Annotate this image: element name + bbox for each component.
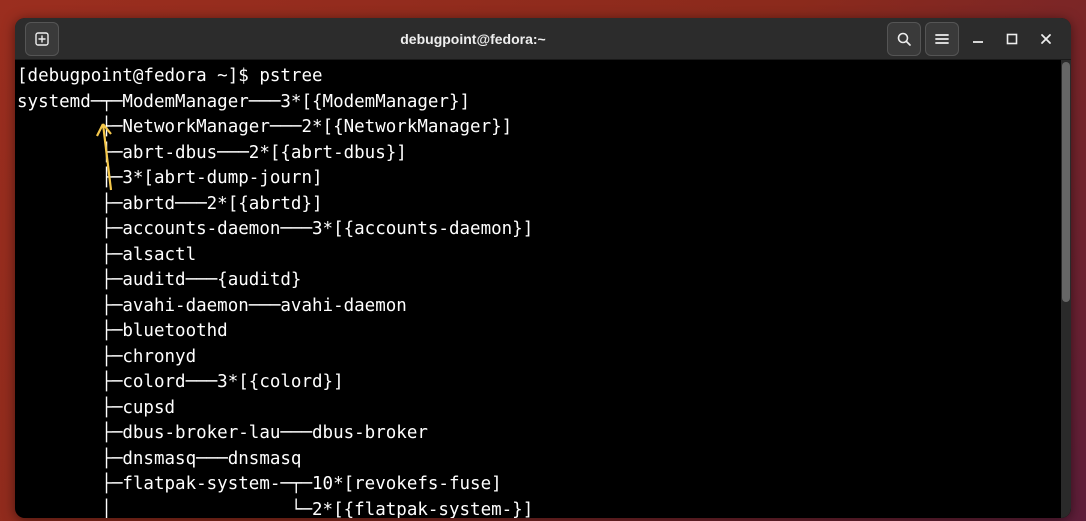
minimize-button[interactable] [961,22,995,56]
typed-command: pstree [259,66,322,86]
pstree-line: ├─avahi-daemon───avahi-daemon [17,296,407,316]
terminal-output[interactable]: [debugpoint@fedora ~]$ pstree systemd─┬─… [15,60,1071,518]
search-button[interactable] [887,22,921,56]
pstree-line: ├─cupsd [17,398,175,418]
pstree-line: ├─abrt-dbus───2*[{abrt-dbus}] [17,143,407,163]
maximize-icon [1006,33,1018,45]
window-title: debugpoint@fedora:~ [61,31,885,47]
pstree-line: ├─auditd───{auditd} [17,270,301,290]
titlebar: debugpoint@fedora:~ [15,18,1071,60]
new-tab-button[interactable] [25,22,59,56]
pstree-line: ├─3*[abrt-dump-journ] [17,168,323,188]
pstree-line: ├─dbus-broker-lau───dbus-broker [17,423,428,443]
scrollbar-thumb[interactable] [1062,62,1070,302]
terminal-window: debugpoint@fedora:~ [15,18,1071,518]
pstree-line: ├─abrtd───2*[{abrtd}] [17,194,323,214]
pstree-line: ├─NetworkManager───2*[{NetworkManager}] [17,117,512,137]
pstree-line: ├─bluetoothd [17,321,228,341]
search-icon [896,31,912,47]
plus-icon [34,31,50,47]
pstree-line: ├─accounts-daemon───3*[{accounts-daemon}… [17,219,533,239]
shell-prompt: [debugpoint@fedora ~]$ [17,66,259,86]
pstree-line: ├─chronyd [17,347,196,367]
maximize-button[interactable] [995,22,1029,56]
minimize-icon [972,33,984,45]
pstree-line: ├─colord───3*[{colord}] [17,372,344,392]
pstree-line: systemd─┬─ModemManager───3*[{ModemManage… [17,92,470,112]
pstree-line: ├─alsactl [17,245,196,265]
hamburger-icon [934,31,950,47]
pstree-line: │ └─2*[{flatpak-system-}] [17,500,533,519]
menu-button[interactable] [925,22,959,56]
close-button[interactable] [1029,22,1063,56]
close-icon [1040,33,1052,45]
pstree-line: ├─dnsmasq───dnsmasq [17,449,301,469]
scrollbar[interactable] [1061,60,1071,518]
pstree-line: ├─flatpak-system-─┬─10*[revokefs-fuse] [17,474,502,494]
